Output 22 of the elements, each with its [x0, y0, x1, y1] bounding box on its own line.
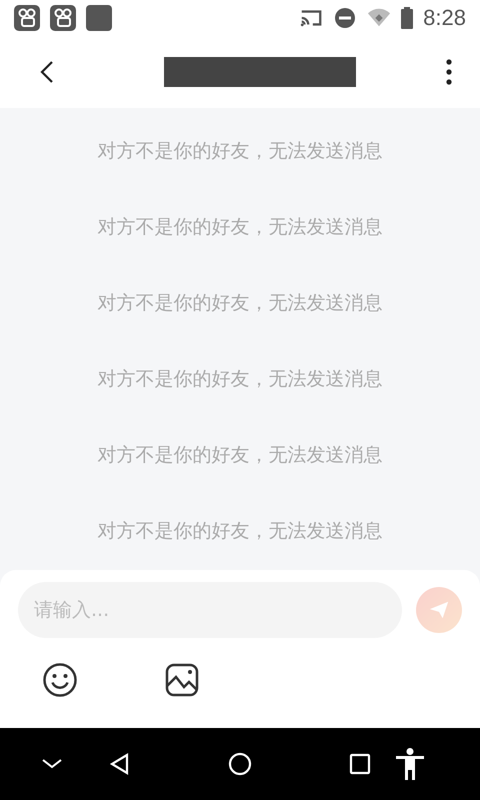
home-circle-icon[interactable]	[228, 752, 252, 776]
back-icon[interactable]	[40, 60, 54, 84]
image-icon[interactable]	[164, 662, 200, 698]
system-notice: 对方不是你的好友，无法发送消息	[98, 367, 382, 392]
smiley-icon[interactable]	[42, 662, 78, 698]
wifi-icon	[367, 7, 392, 29]
message-input-field[interactable]: 请输入...	[18, 582, 402, 638]
system-notice: 对方不是你的好友，无法发送消息	[98, 291, 382, 316]
app-icon	[50, 5, 76, 31]
app-icon	[86, 5, 112, 31]
overview-square-icon[interactable]	[348, 752, 372, 776]
system-notice: 对方不是你的好友，无法发送消息	[98, 519, 382, 544]
do-not-disturb-icon	[333, 7, 358, 29]
more-icon[interactable]	[446, 59, 452, 85]
accessibility-icon[interactable]	[396, 748, 424, 780]
system-notice: 对方不是你的好友，无法发送消息	[98, 215, 382, 240]
status-time: 8:28	[423, 5, 466, 31]
battery-icon	[401, 7, 414, 29]
paper-plane-icon	[428, 599, 450, 621]
system-notice: 对方不是你的好友，无法发送消息	[98, 139, 382, 164]
system-notice: 对方不是你的好友，无法发送消息	[98, 443, 382, 468]
app-icon	[14, 5, 40, 31]
